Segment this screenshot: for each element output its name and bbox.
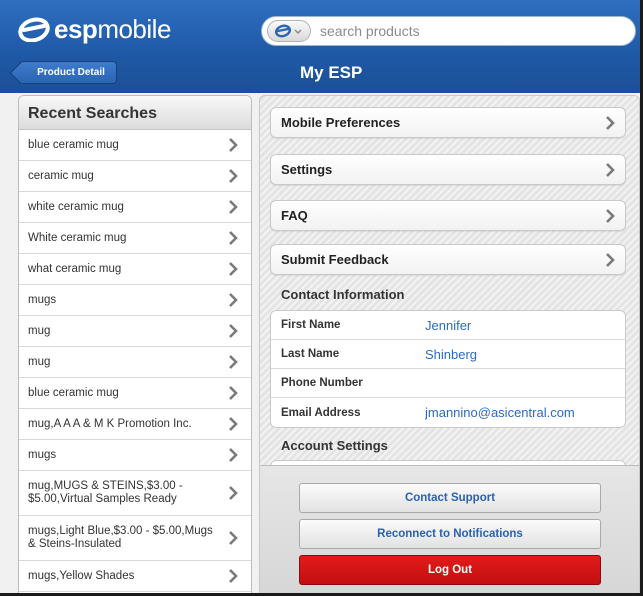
recent-search-text: White ceramic mug	[28, 232, 127, 244]
chevron-right-icon	[228, 416, 238, 435]
recent-search-item[interactable]: mugs,Light Blue,$3.00 - $5.00,Mugs & Ste…	[19, 516, 251, 561]
page-title: My ESP	[300, 63, 363, 82]
my-esp-panel: Mobile Preferences Settings FAQ Submit F…	[259, 95, 640, 593]
recent-search-item[interactable]: mugs	[19, 285, 251, 316]
submit-feedback-label: Submit Feedback	[281, 252, 389, 267]
recent-searches-title: Recent Searches	[19, 96, 251, 130]
recent-search-text: mug	[28, 325, 51, 337]
chevron-right-icon	[228, 354, 238, 373]
chevron-right-icon	[605, 115, 615, 134]
log-out-button[interactable]: Log Out	[299, 555, 601, 585]
product-detail-back-button[interactable]: Product Detail	[19, 61, 117, 84]
recent-search-text: blue ceramic mug	[28, 139, 119, 151]
recent-search-text: mug,MUGS & STEINS,$3.00 - $5.00,Virtual …	[28, 480, 183, 505]
first-name-row: First Name Jennifer	[271, 311, 625, 340]
logo-text-bold: esp	[54, 13, 98, 44]
account-settings-title: Account Settings	[281, 438, 388, 453]
recent-search-item[interactable]: mugs,Yellow Shades	[19, 561, 251, 592]
recent-search-item[interactable]: mug	[19, 347, 251, 378]
recent-search-text: mugs,Yellow Shades	[28, 570, 135, 582]
esp-logo-icon	[18, 16, 52, 42]
chevron-right-icon	[228, 137, 238, 156]
recent-search-text: mug,A A A & M K Promotion Inc.	[28, 418, 192, 430]
chevron-right-icon	[228, 292, 238, 311]
recent-search-item[interactable]: mugs	[19, 440, 251, 471]
email-address-label: Email Address	[281, 406, 361, 419]
recent-search-item[interactable]: White ceramic mug	[19, 223, 251, 254]
chevron-right-icon	[228, 230, 238, 249]
recent-search-text: blue ceramic mug	[28, 387, 119, 399]
chevron-right-icon	[228, 485, 238, 505]
app-window: espmobile Product Detail My ESP Recent S…	[0, 0, 643, 596]
settings-button[interactable]: Settings	[270, 154, 626, 185]
recent-search-text: mugs,Light Blue,$3.00 - $5.00,Mugs & Ste…	[28, 525, 213, 550]
chevron-right-icon	[228, 323, 238, 342]
chevron-right-icon	[228, 168, 238, 187]
recent-search-text: mug	[28, 356, 51, 368]
last-name-label: Last Name	[281, 348, 340, 360]
search-input[interactable]	[320, 23, 620, 39]
recent-search-item[interactable]: mug,A A A & M K Promotion Inc.	[19, 409, 251, 440]
faq-button[interactable]: FAQ	[270, 200, 626, 231]
chevron-right-icon	[228, 530, 238, 550]
chevron-right-icon	[228, 385, 238, 404]
recent-searches-panel: Recent Searches blue ceramic mug ceramic …	[18, 95, 252, 593]
logo-text: espmobile	[54, 14, 171, 45]
first-name-label: First Name	[281, 319, 341, 331]
email-address-row: Email Address jmannino@asicentral.com	[271, 398, 625, 427]
esp-search-icon	[274, 24, 302, 38]
submit-feedback-button[interactable]: Submit Feedback	[270, 244, 626, 275]
app-header: espmobile Product Detail My ESP	[0, 0, 640, 93]
phone-number-label: Phone Number	[281, 377, 363, 389]
chevron-right-icon	[605, 252, 615, 271]
contact-information-title: Contact Information	[281, 287, 405, 302]
recent-search-item[interactable]: ceramic mug	[19, 161, 251, 192]
contact-information-table: First Name Jennifer Last Name Shinberg P…	[270, 310, 626, 428]
reconnect-notifications-button[interactable]: Reconnect to Notifications	[299, 519, 601, 549]
back-button-label: Product Detail	[37, 67, 105, 78]
recent-search-item[interactable]: what ceramic mug	[19, 254, 251, 285]
logo-text-light: mobile	[97, 13, 171, 44]
chevron-right-icon	[228, 447, 238, 466]
chevron-right-icon	[228, 568, 238, 587]
chevron-right-icon	[228, 199, 238, 218]
recent-search-text: what ceramic mug	[28, 263, 122, 275]
last-name-value: Shinberg	[425, 346, 478, 362]
faq-label: FAQ	[281, 208, 308, 223]
action-buttons-panel: Contact Support Reconnect to Notificatio…	[260, 465, 639, 593]
recent-search-item[interactable]: mug,MUGS & STEINS,$3.00 - $5.00,Virtual …	[19, 471, 251, 516]
chevron-right-icon	[605, 162, 615, 181]
settings-label: Settings	[281, 162, 333, 177]
recent-searches-list: blue ceramic mug ceramic mug white ceramic…	[19, 130, 251, 592]
recent-search-item[interactable]: mug	[19, 316, 251, 347]
esp-mobile-logo[interactable]: espmobile	[18, 12, 171, 46]
recent-search-text: mugs	[28, 449, 57, 461]
recent-search-text: mugs	[28, 294, 57, 306]
recent-search-item[interactable]: blue ceramic mug	[19, 130, 251, 161]
phone-number-row: Phone Number	[271, 369, 625, 398]
recent-search-item[interactable]: blue ceramic mug	[19, 378, 251, 409]
mobile-preferences-label: Mobile Preferences	[281, 115, 401, 130]
recent-search-text: ceramic mug	[28, 170, 94, 182]
email-address-value[interactable]: jmannino@asicentral.com	[425, 405, 601, 420]
recent-search-text: white ceramic mug	[28, 201, 124, 213]
search-scope-button[interactable]	[267, 20, 311, 42]
chevron-right-icon	[228, 261, 238, 280]
first-name-value: Jennifer	[425, 317, 472, 333]
mobile-preferences-button[interactable]: Mobile Preferences	[270, 107, 626, 138]
recent-search-item[interactable]: white ceramic mug	[19, 192, 251, 223]
contact-support-button[interactable]: Contact Support	[299, 483, 601, 513]
search-bar	[261, 16, 636, 46]
chevron-right-icon	[605, 208, 615, 227]
last-name-row: Last Name Shinberg	[271, 340, 625, 369]
